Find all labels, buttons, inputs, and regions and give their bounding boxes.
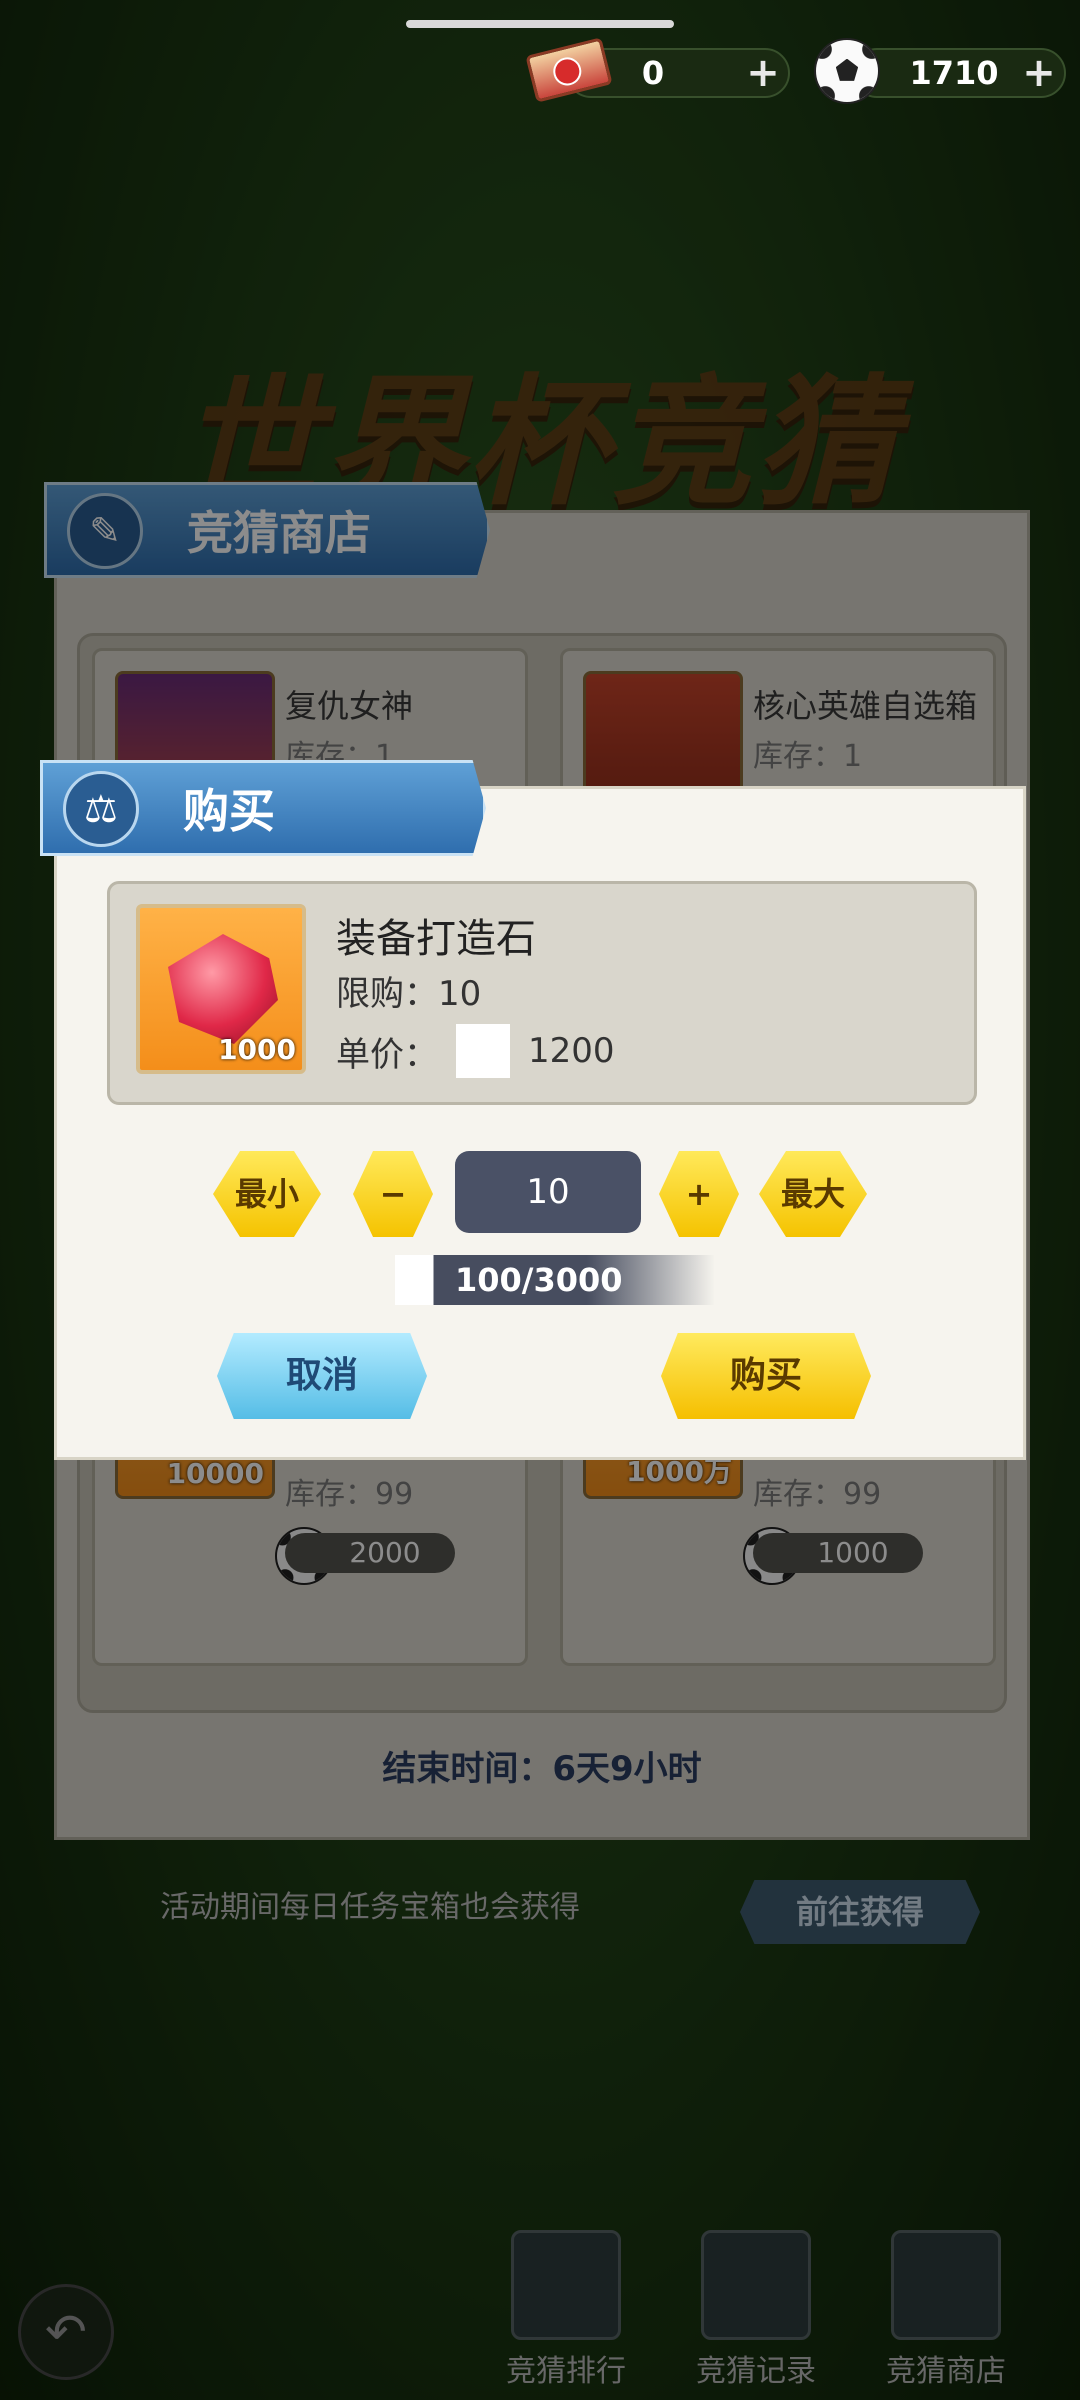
add-tickets-button[interactable]: + <box>738 50 788 96</box>
buy-title-banner: ⚖ 购买 <box>40 760 486 856</box>
add-balls-button[interactable]: + <box>1014 50 1064 96</box>
ball-count: 1710 <box>909 54 999 92</box>
quantity-field[interactable]: 10 <box>455 1151 641 1233</box>
buy-button[interactable]: 购买 <box>661 1333 871 1419</box>
purchase-limit: 限购：10 <box>336 974 482 1014</box>
dialog-title: 购买 <box>183 784 275 838</box>
ruby-gem-icon <box>168 934 278 1044</box>
item-count: 1000 <box>218 1033 296 1066</box>
buy-dialog: 1000 装备打造石 限购：10 单价： 1200 最小 − 10 + 最大 1… <box>54 786 1026 1460</box>
decrement-button[interactable]: − <box>353 1151 433 1237</box>
cancel-button[interactable]: 取消 <box>217 1333 427 1419</box>
price-label: 单价： <box>336 1034 438 1075</box>
min-button[interactable]: 最小 <box>213 1151 321 1237</box>
item-thumbnail: 1000 <box>136 904 306 1074</box>
item-name: 装备打造石 <box>336 916 536 962</box>
max-button[interactable]: 最大 <box>759 1151 867 1237</box>
ball-currency: 1710 + <box>852 48 1066 98</box>
price-value: 1200 <box>528 1031 615 1071</box>
unit-price: 单价： 1200 <box>336 1024 615 1078</box>
item-summary: 1000 装备打造石 限购：10 单价： 1200 <box>107 881 977 1105</box>
home-indicator <box>406 20 674 28</box>
football-icon <box>814 38 880 104</box>
increment-button[interactable]: + <box>659 1151 739 1237</box>
scales-icon: ⚖ <box>63 771 139 847</box>
currency-icon <box>456 1024 510 1078</box>
cost-progress: 100/3000 <box>395 1255 715 1305</box>
